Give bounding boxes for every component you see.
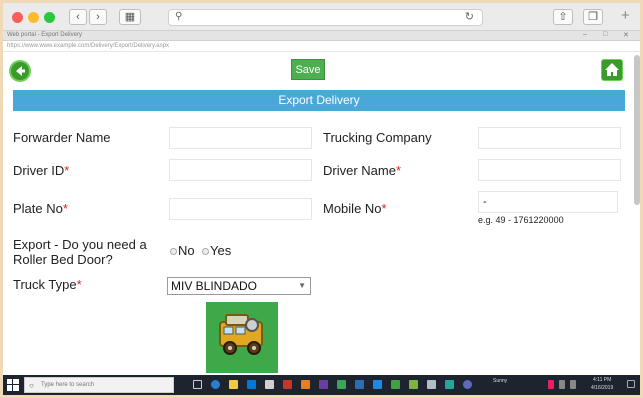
search-icon: ○: [29, 381, 34, 390]
browser-toolbar: ‹ › ▦ ⚲ ↻ ⇧ ❐ +: [3, 3, 640, 31]
page-scrollbar[interactable]: [634, 55, 640, 205]
page-title: Export Delivery: [13, 90, 625, 111]
remote-address-text: https://www.www.example.com/Delivery/Exp…: [7, 43, 169, 49]
driver-name-label: Driver Name*: [323, 163, 401, 178]
app-icon[interactable]: [373, 380, 382, 389]
clock-date[interactable]: 4/16/2019: [591, 385, 613, 391]
app-icon[interactable]: [283, 380, 292, 389]
required-marker: *: [395, 163, 402, 178]
truck-type-label-text: Truck Type: [13, 277, 77, 292]
armored-truck-icon: [219, 314, 263, 355]
store-icon[interactable]: [247, 380, 256, 389]
sidebar-icon[interactable]: ▦: [119, 9, 141, 25]
save-button[interactable]: Save: [291, 59, 325, 80]
edge-icon[interactable]: [211, 380, 220, 389]
taskbar-search-placeholder: Type here to search: [41, 382, 95, 388]
roller-door-label-line2: Roller Bed Door?: [13, 252, 113, 267]
driver-id-field[interactable]: [169, 159, 312, 181]
browser-window: ‹ › ▦ ⚲ ↻ ⇧ ❐ + Web portal - Export Deli…: [3, 3, 640, 395]
trucking-company-field[interactable]: [478, 127, 621, 149]
plate-no-label-text: Plate No: [13, 201, 63, 216]
taskbar: ○ Type here to search Sunny 4:11 PM 4/16…: [3, 375, 640, 395]
task-view-icon[interactable]: [193, 380, 202, 389]
driver-id-label-text: Driver ID: [13, 163, 65, 178]
app-icon[interactable]: [265, 380, 274, 389]
roller-door-no-label[interactable]: No: [178, 243, 195, 258]
roller-door-no-radio[interactable]: [170, 248, 177, 255]
minimize-icon[interactable]: –: [583, 31, 587, 38]
back-arrow-icon[interactable]: ‹: [69, 9, 87, 25]
tray-icon[interactable]: [548, 380, 554, 389]
zoom-window-button[interactable]: [44, 12, 55, 23]
trucking-company-label: Trucking Company: [323, 130, 432, 145]
reload-icon[interactable]: ↻: [465, 10, 474, 23]
window-tab-title[interactable]: Web portal - Export Delivery: [7, 32, 82, 38]
close-icon[interactable]: ✕: [623, 31, 629, 39]
file-explorer-icon[interactable]: [229, 380, 238, 389]
minimize-window-button[interactable]: [28, 12, 39, 23]
required-marker: *: [64, 163, 70, 178]
address-bar[interactable]: ⚲ ↻: [168, 9, 483, 26]
home-button[interactable]: [601, 59, 623, 81]
notifications-icon[interactable]: [627, 380, 635, 388]
network-icon[interactable]: [559, 380, 565, 389]
close-window-button[interactable]: [12, 12, 23, 23]
roller-door-yes-radio[interactable]: [202, 248, 209, 255]
search-icon: ⚲: [175, 11, 183, 22]
visual-studio-icon[interactable]: [319, 380, 328, 389]
required-marker: *: [76, 277, 82, 292]
plate-no-label: Plate No*: [13, 201, 68, 216]
taskbar-search-box[interactable]: ○ Type here to search: [24, 377, 174, 393]
remote-window-titlebar: Web portal - Export Delivery – □ ✕: [3, 31, 640, 41]
app-icon[interactable]: [427, 380, 436, 389]
plate-no-field[interactable]: [169, 198, 312, 220]
left-arrow-icon: [16, 66, 25, 76]
truck-type-image: [206, 302, 278, 373]
remote-address-bar[interactable]: https://www.www.example.com/Delivery/Exp…: [3, 42, 640, 52]
roller-door-yes-label[interactable]: Yes: [210, 243, 231, 258]
volume-icon[interactable]: [570, 380, 576, 389]
required-marker: *: [381, 201, 387, 216]
app-icon[interactable]: [391, 380, 400, 389]
weather-text: Sunny: [493, 378, 508, 384]
truck-type-select[interactable]: MIV BLINDADO ▼: [167, 277, 311, 295]
driver-name-field[interactable]: [478, 159, 621, 181]
driver-id-label: Driver ID*: [13, 163, 69, 178]
windows-start-icon[interactable]: [7, 379, 19, 391]
forwarder-name-field[interactable]: [169, 127, 312, 149]
app-icon[interactable]: [409, 380, 418, 389]
back-button[interactable]: [9, 60, 31, 82]
truck-type-label: Truck Type*: [13, 277, 82, 292]
new-tab-icon[interactable]: +: [621, 7, 630, 24]
tabs-overview-icon[interactable]: ❐: [583, 9, 603, 25]
home-icon: [605, 63, 619, 76]
forward-arrow-icon[interactable]: ›: [89, 9, 107, 25]
app-icon[interactable]: [445, 380, 454, 389]
app-icon[interactable]: [355, 380, 364, 389]
mobile-no-label-text: Mobile No: [323, 201, 382, 216]
share-icon[interactable]: ⇧: [553, 9, 573, 25]
forwarder-name-label: Forwarder Name: [13, 130, 111, 145]
mobile-no-field[interactable]: [478, 191, 618, 213]
truck-type-selected-value: MIV BLINDADO: [171, 279, 258, 293]
driver-name-label-text: Driver Name: [323, 163, 396, 178]
export-delivery-page: Save Export Delivery Forwarder Name Truc…: [3, 52, 640, 375]
roller-door-label-line1: Export - Do you need a: [13, 237, 147, 252]
maximize-icon[interactable]: □: [603, 31, 607, 38]
app-icon[interactable]: [337, 380, 346, 389]
mobile-no-label: Mobile No*: [323, 201, 387, 216]
mobile-format-hint: e.g. 49 - 1761220000: [478, 215, 564, 225]
clock-time[interactable]: 4:11 PM: [593, 377, 611, 383]
app-icon[interactable]: [301, 380, 310, 389]
app-icon[interactable]: [463, 380, 472, 389]
required-marker: *: [62, 201, 68, 216]
chevron-down-icon: ▼: [298, 281, 306, 290]
